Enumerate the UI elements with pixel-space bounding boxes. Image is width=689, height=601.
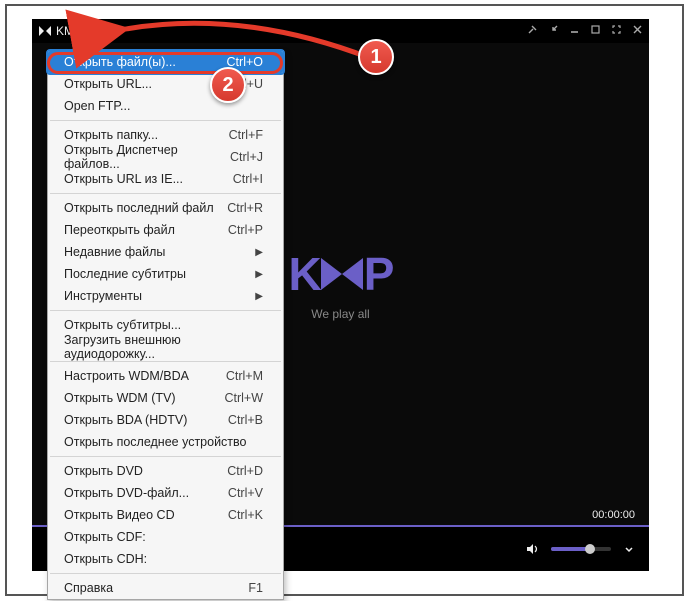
center-logo: K P We play all <box>289 247 393 321</box>
menu-item[interactable]: Недавние файлы ▶ <box>48 241 283 263</box>
menu-item[interactable]: Инструменты ▶ <box>48 285 283 307</box>
close-icon[interactable] <box>632 24 643 38</box>
open-context-menu: Открыть файл(ы)...Ctrl+OОткрыть URL...Ct… <box>47 50 284 600</box>
menu-item[interactable]: Переоткрыть файл Ctrl+P <box>48 219 283 241</box>
menu-item-label: Недавние файлы <box>64 245 165 259</box>
menu-separator <box>50 310 281 311</box>
menu-item[interactable]: Открыть WDM (TV) Ctrl+W <box>48 387 283 409</box>
menu-item-label: Открыть файл(ы)... <box>64 55 176 69</box>
volume-icon[interactable] <box>525 542 539 556</box>
volume-fill <box>551 547 587 551</box>
menu-item-label: Инструменты <box>64 289 142 303</box>
menu-item[interactable]: Открыть файл(ы)...Ctrl+O <box>48 51 283 73</box>
annotation-marker-1: 1 <box>358 39 394 75</box>
menu-item-label: Настроить WDM/BDA <box>64 369 189 383</box>
app-menu-button[interactable]: KMPlayer ▾ <box>38 24 117 38</box>
menu-item[interactable]: Последние субтитры ▶ <box>48 263 283 285</box>
menu-item[interactable]: Открыть DVD Ctrl+D <box>48 460 283 482</box>
menu-separator <box>50 573 281 574</box>
kmp-bowtie-icon <box>317 254 367 294</box>
menu-item-label: Справка <box>64 581 113 595</box>
menu-item-shortcut: Ctrl+R <box>227 201 263 215</box>
menu-item-label: Открыть DVD <box>64 464 143 478</box>
menu-item-label: Открыть Диспетчер файлов... <box>64 143 230 171</box>
logo-letter-k: K <box>289 247 320 301</box>
menu-item[interactable]: Открыть последний файл Ctrl+R <box>48 197 283 219</box>
menu-item[interactable]: Открыть URL из IE... Ctrl+I <box>48 168 283 190</box>
menu-item-shortcut: Ctrl+K <box>228 508 263 522</box>
menu-item-label: Открыть WDM (TV) <box>64 391 176 405</box>
maximize-icon[interactable] <box>590 24 601 38</box>
menu-item-label: Открыть субтитры... <box>64 318 181 332</box>
menu-item-label: Открыть URL... <box>64 77 152 91</box>
menu-separator <box>50 456 281 457</box>
menu-item[interactable]: Открыть Видео CD Ctrl+K <box>48 504 283 526</box>
menu-separator <box>50 193 281 194</box>
submenu-arrow-icon: ▶ <box>255 269 263 280</box>
menu-item[interactable]: Открыть CDH: <box>48 548 283 570</box>
kmp-logo-text: K P <box>289 247 393 301</box>
volume-thumb[interactable] <box>585 544 595 554</box>
menu-item-shortcut: Ctrl+D <box>227 464 263 478</box>
minimize-icon[interactable] <box>569 24 580 38</box>
more-controls-icon[interactable] <box>623 543 635 555</box>
menu-separator <box>50 120 281 121</box>
menu-item-shortcut: Ctrl+B <box>228 413 263 427</box>
menu-item-shortcut: Ctrl+W <box>224 391 263 405</box>
menu-item-shortcut: F1 <box>248 581 263 595</box>
menu-item-shortcut: Ctrl+I <box>233 172 263 186</box>
menu-item-label: Открыть DVD-файл... <box>64 486 189 500</box>
tagline: We play all <box>311 307 369 321</box>
menu-item[interactable]: Открыть BDA (HDTV) Ctrl+B <box>48 409 283 431</box>
menu-item-label: Open FTP... <box>64 99 130 113</box>
menu-item-label: Открыть последнее устройство <box>64 435 246 449</box>
menu-item-label: Последние субтитры <box>64 267 186 281</box>
menu-item[interactable]: Открыть DVD-файл... Ctrl+V <box>48 482 283 504</box>
pin-icon[interactable] <box>527 24 538 38</box>
fullscreen-icon[interactable] <box>611 24 622 38</box>
window-controls <box>527 24 643 38</box>
right-controls <box>525 542 635 556</box>
compact-icon[interactable] <box>548 24 559 38</box>
menu-item-shortcut: Ctrl+M <box>226 369 263 383</box>
menu-separator <box>50 361 281 362</box>
menu-item-shortcut: Ctrl+V <box>228 486 263 500</box>
menu-item[interactable]: Справка F1 <box>48 577 283 599</box>
menu-item-label: Загрузить внешнюю аудиодорожку... <box>64 333 263 361</box>
annotation-marker-2: 2 <box>210 67 246 103</box>
menu-item-label: Переоткрыть файл <box>64 223 175 237</box>
app-title: KMPlayer <box>56 24 108 38</box>
menu-item[interactable]: Открыть URL...Ctrl+U <box>48 73 283 95</box>
menu-item-label: Открыть CDF: <box>64 530 146 544</box>
menu-item-label: Открыть BDA (HDTV) <box>64 413 187 427</box>
menu-item[interactable]: Загрузить внешнюю аудиодорожку... <box>48 336 283 358</box>
logo-letter-p: P <box>364 247 393 301</box>
menu-item-label: Открыть последний файл <box>64 201 214 215</box>
menu-item[interactable]: Открыть CDF: <box>48 526 283 548</box>
menu-item-label: Открыть папку... <box>64 128 158 142</box>
menu-item[interactable]: Настроить WDM/BDA Ctrl+M <box>48 365 283 387</box>
menu-item[interactable]: Открыть последнее устройство <box>48 431 283 453</box>
time-display: 00:00:00 <box>592 509 635 521</box>
submenu-arrow-icon: ▶ <box>255 247 263 258</box>
menu-item[interactable]: Open FTP... <box>48 95 283 117</box>
menu-item-label: Открыть CDH: <box>64 552 147 566</box>
menu-item-shortcut: Ctrl+F <box>229 128 263 142</box>
menu-item-label: Открыть Видео CD <box>64 508 175 522</box>
menu-item-shortcut: Ctrl+J <box>230 150 263 164</box>
submenu-arrow-icon: ▶ <box>255 291 263 302</box>
chevron-down-icon: ▾ <box>112 26 117 37</box>
menu-item-shortcut: Ctrl+P <box>228 223 263 237</box>
menu-item[interactable]: Открыть Диспетчер файлов...Ctrl+J <box>48 146 283 168</box>
volume-slider[interactable] <box>551 547 611 551</box>
title-bar: KMPlayer ▾ <box>32 19 649 43</box>
menu-item-label: Открыть URL из IE... <box>64 172 183 186</box>
kmplayer-logo-icon <box>38 25 52 37</box>
